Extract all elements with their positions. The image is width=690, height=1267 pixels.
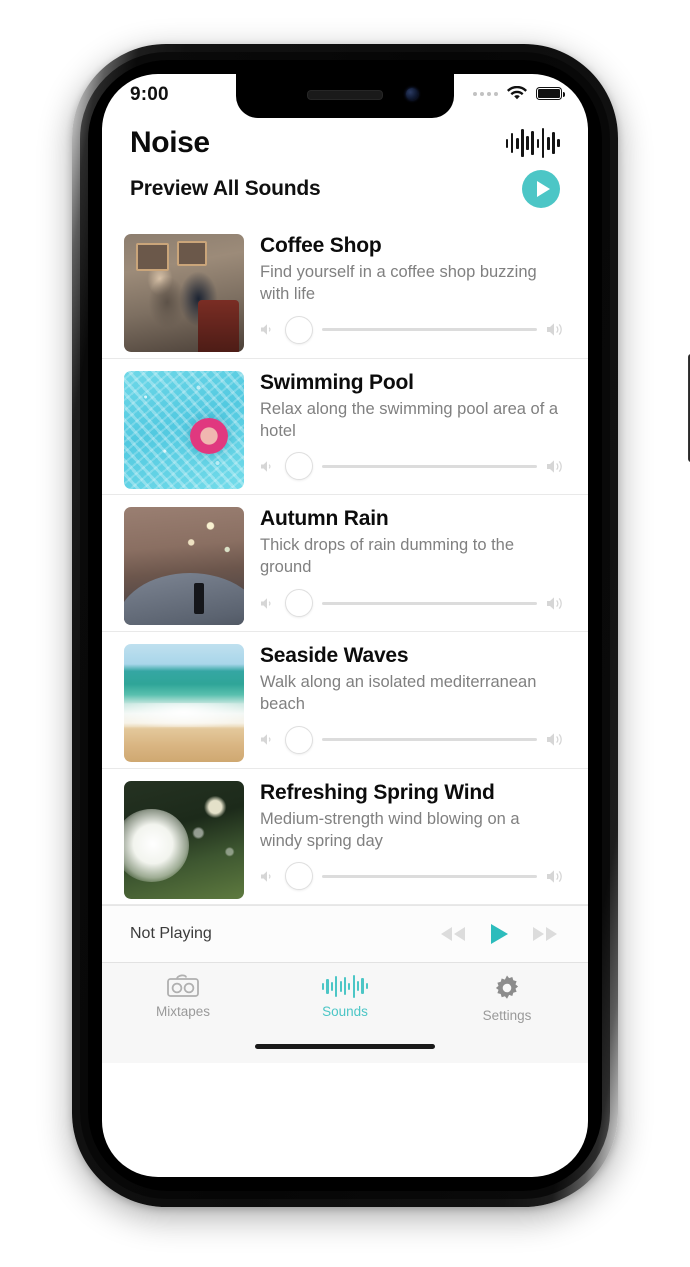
list-item-body: Coffee Shop Find yourself in a coffee sh…	[244, 232, 566, 358]
preview-all-sounds-row[interactable]: Preview All Sounds	[102, 162, 588, 222]
speaker-low-icon	[261, 597, 271, 609]
coffee-shop-photo	[124, 234, 244, 352]
list-item-body: Seaside Waves Walk along an isolated med…	[244, 642, 566, 768]
speaker-low-icon	[261, 734, 271, 745]
preview-all-sounds-label: Preview All Sounds	[130, 177, 321, 200]
home-indicator[interactable]	[102, 1029, 588, 1064]
waveform-icon	[322, 973, 368, 999]
swimming-pool-photo	[124, 370, 244, 489]
sound-description: Medium-strength wind blowing on a windy …	[260, 809, 520, 850]
rewind-icon[interactable]	[438, 924, 468, 944]
volume-slider-thumb[interactable]	[285, 452, 313, 481]
now-playing-status: Not Playing	[130, 925, 212, 943]
list-item[interactable]: Coffee Shop Find yourself in a coffee sh…	[102, 222, 588, 359]
list-item[interactable]: Swimming Pool Relax along the swimming p…	[102, 359, 588, 496]
tab-mixtapes[interactable]: Mixtapes	[102, 973, 264, 1023]
gear-icon	[495, 975, 519, 1000]
now-playing-bar[interactable]: Not Playing	[102, 905, 588, 964]
sound-description: Relax along the swimming pool area of a …	[260, 399, 559, 440]
cassette-icon	[167, 974, 199, 998]
speaker-high-icon	[547, 596, 562, 610]
phone-device-frame: 9:00 Noise Preview All Sounds Coffee Sho…	[72, 44, 690, 1207]
volume-slider[interactable]	[260, 442, 566, 494]
sound-title: Coffee Shop	[260, 234, 382, 257]
playback-controls	[438, 922, 560, 946]
signal-dots-icon	[473, 91, 498, 96]
sound-title: Refreshing Spring Wind	[260, 780, 495, 804]
status-indicators	[473, 86, 565, 101]
wifi-icon	[507, 86, 527, 100]
speaker-low-icon	[261, 871, 271, 882]
battery-full-icon	[536, 87, 565, 100]
sounds-list: Coffee Shop Find yourself in a coffee sh…	[102, 222, 588, 906]
list-item-body: Refreshing Spring Wind Medium-strength w…	[244, 779, 566, 905]
speaker-high-icon	[547, 870, 562, 883]
tab-settings[interactable]: Settings	[426, 973, 588, 1023]
list-item[interactable]: Seaside Waves Walk along an isolated med…	[102, 632, 588, 769]
list-item-body: Autumn Rain Thick drops of rain dumming …	[244, 505, 566, 631]
fast-forward-icon[interactable]	[530, 924, 560, 944]
list-item[interactable]: Refreshing Spring Wind Medium-strength w…	[102, 769, 588, 906]
tab-sounds[interactable]: Sounds	[264, 973, 426, 1023]
speaker-low-icon	[261, 461, 271, 472]
play-icon[interactable]	[488, 922, 510, 946]
volume-slider-track[interactable]	[322, 601, 537, 605]
volume-slider-thumb[interactable]	[285, 725, 313, 754]
list-item[interactable]: Autumn Rain Thick drops of rain dumming …	[102, 495, 588, 633]
volume-slider-track[interactable]	[322, 874, 537, 878]
volume-slider-track[interactable]	[322, 328, 537, 332]
phone-screen: 9:00 Noise Preview All Sounds Coffee Sho…	[102, 74, 588, 1177]
seaside-waves-photo	[124, 644, 244, 763]
sound-description: Thick drops of rain dumming to the groun…	[260, 536, 515, 577]
app-header: Noise	[102, 118, 588, 162]
volume-slider-track[interactable]	[322, 464, 537, 468]
play-circle-icon[interactable]	[522, 170, 560, 208]
status-time: 9:00	[130, 84, 169, 105]
sound-title: Seaside Waves	[260, 644, 409, 668]
speaker-low-icon	[261, 324, 271, 335]
speaker-high-icon	[547, 460, 562, 473]
tab-mixtapes-label: Mixtapes	[155, 1004, 211, 1020]
tab-settings-label: Settings	[482, 1008, 532, 1024]
status-bar: 9:00	[102, 74, 588, 118]
volume-slider-thumb[interactable]	[285, 589, 313, 618]
volume-slider[interactable]	[260, 852, 566, 904]
page-title: Noise	[130, 126, 210, 159]
volume-slider[interactable]	[260, 306, 566, 358]
tab-sounds-label: Sounds	[322, 1004, 368, 1020]
sound-description: Walk along an isolated mediterranean bea…	[260, 673, 537, 713]
volume-slider-thumb[interactable]	[285, 862, 313, 891]
speaker-high-icon	[547, 323, 562, 336]
speaker-high-icon	[547, 733, 562, 746]
volume-slider[interactable]	[260, 716, 566, 768]
list-item-body: Swimming Pool Relax along the swimming p…	[244, 369, 566, 495]
volume-slider-track[interactable]	[322, 738, 537, 742]
sound-title: Swimming Pool	[260, 370, 414, 394]
autumn-rain-photo	[124, 507, 244, 626]
waveform-icon[interactable]	[505, 126, 560, 160]
sound-description: Find yourself in a coffee shop buzzing w…	[260, 263, 537, 303]
volume-slider-thumb[interactable]	[285, 315, 313, 344]
refreshing-spring-wind-photo	[124, 780, 244, 899]
tab-bar: Mixtapes Sounds Settings	[102, 963, 588, 1030]
sound-title: Autumn Rain	[260, 507, 389, 531]
volume-slider[interactable]	[260, 579, 566, 631]
